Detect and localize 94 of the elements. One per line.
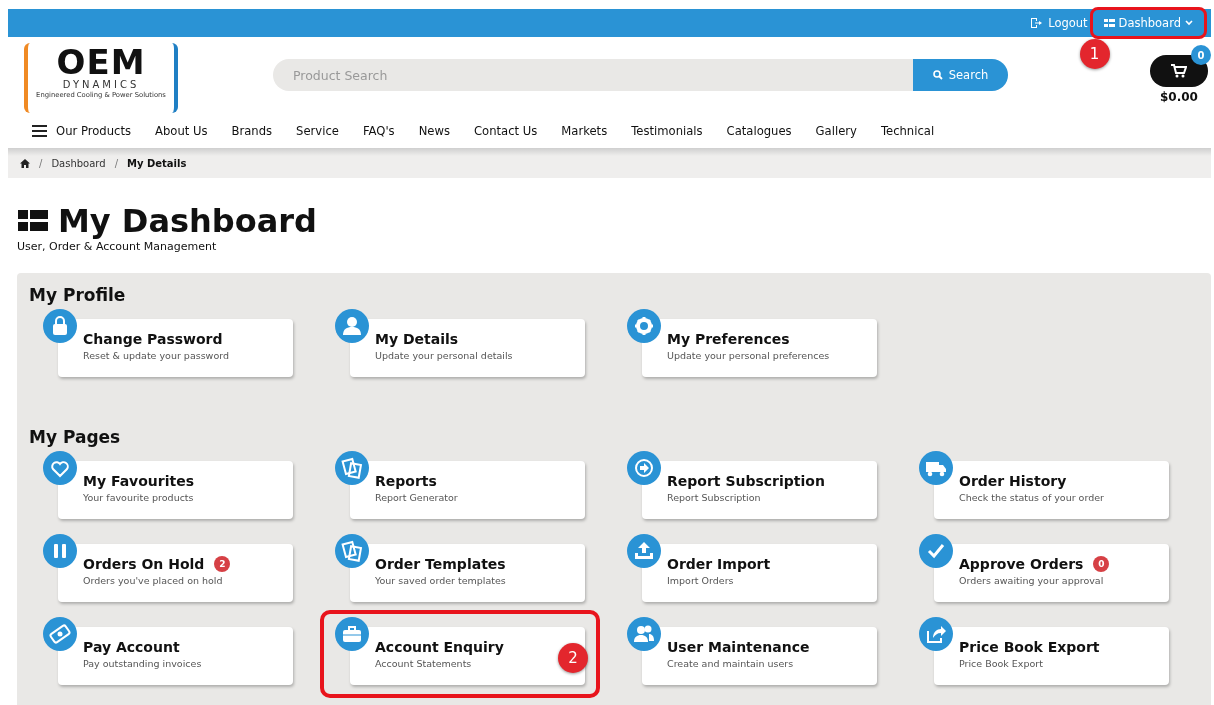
documents-icon <box>335 451 369 485</box>
tile-title: My Favourites <box>83 473 195 489</box>
tile-title: Order Templates <box>375 556 506 572</box>
section-title: My Profile <box>29 284 127 307</box>
home-icon <box>20 158 30 168</box>
tile-description: Orders you've placed on hold <box>83 575 224 586</box>
cart-icon <box>1171 64 1187 78</box>
tile-title: Pay Account <box>83 639 180 655</box>
pause-icon <box>43 534 77 568</box>
nav-link[interactable]: Contact Us <box>473 124 538 138</box>
tile-title: My Preferences <box>667 331 790 347</box>
cart-total: $0.00 <box>1160 90 1198 104</box>
tile-description: Update your personal details <box>375 350 514 361</box>
dashboard-tile[interactable]: Reports Report Generator <box>350 461 585 519</box>
logo-subtitle: DYNAMICS <box>62 79 140 91</box>
breadcrumb-separator: / <box>114 157 118 169</box>
check-icon <box>919 534 953 568</box>
tile-description: Account Statements <box>375 658 473 669</box>
dashboard-tile[interactable]: Order Import Import Orders <box>642 544 877 602</box>
nav-link[interactable]: Technical <box>880 124 935 138</box>
tile-title: Approve Orders <box>959 556 1084 572</box>
settings-icon <box>627 309 661 343</box>
dashboard-tile[interactable]: Orders On Hold 2 Orders you've placed on hold <box>58 544 293 602</box>
users-icon <box>627 617 661 651</box>
tile-title: Account Enquiry <box>375 639 504 655</box>
tile-title: Price Book Export <box>959 639 1100 655</box>
lock-icon <box>43 309 77 343</box>
nav-link[interactable]: Brands <box>231 124 273 138</box>
nav-link[interactable]: Catalogues <box>726 124 792 138</box>
tile-description: Your saved order templates <box>375 575 507 586</box>
tile-title: My Details <box>375 331 459 347</box>
logo-wordmark: OEM <box>56 45 146 79</box>
dashboard-tile[interactable]: My Details Update your personal details <box>350 319 585 377</box>
nav-link[interactable]: Our Products <box>32 124 131 138</box>
tile-description: Reset & update your password <box>83 350 230 361</box>
tile-description: Create and maintain users <box>667 658 795 669</box>
user-icon <box>335 309 369 343</box>
tile-description: Update your personal preferences <box>667 350 831 361</box>
tile-description: Pay outstanding invoices <box>83 658 203 669</box>
dashboard-tile[interactable]: My Preferences Update your personal preferences <box>642 319 877 377</box>
breadcrumb-separator: / <box>39 157 43 169</box>
nav-link[interactable]: About Us <box>155 124 208 138</box>
tile-description: Orders awaiting your approval <box>959 575 1105 586</box>
upload-icon <box>627 534 661 568</box>
dashboard-tile[interactable]: Approve Orders 0 Orders awaiting your approval <box>934 544 1169 602</box>
search-icon <box>932 70 943 80</box>
tile-description: Report Subscription <box>667 492 762 503</box>
tile-description: Report Generator <box>375 492 459 503</box>
nav-link[interactable]: Testimonials <box>631 124 703 138</box>
cart-count-badge: 0 <box>1191 45 1211 65</box>
share-icon <box>919 617 953 651</box>
caret-icon <box>1185 20 1193 26</box>
tile-title: Orders On Hold <box>83 556 205 572</box>
tile-title: Reports <box>375 473 437 489</box>
documents-icon <box>335 534 369 568</box>
tile-title: Order Import <box>667 556 771 572</box>
dashboard-icon <box>18 210 48 232</box>
nav-link[interactable]: Gallery <box>815 124 857 138</box>
tile-description: Price Book Export <box>959 658 1044 669</box>
tile-title: User Maintenance <box>667 639 810 655</box>
dashboard-tile[interactable]: Pay Account Pay outstanding invoices <box>58 627 293 685</box>
count-badge: 0 <box>1093 556 1110 572</box>
tile-description: Import Orders <box>667 575 735 586</box>
dashboard-tile[interactable]: My Favourites Your favourite products <box>58 461 293 519</box>
tile-description: Your favourite products <box>83 492 195 503</box>
menu-icon <box>32 125 47 137</box>
nav-link[interactable]: Service <box>296 124 339 138</box>
dashboard-tile[interactable]: Order History Check the status of your order <box>934 461 1169 519</box>
section-title: My Pages <box>29 426 122 449</box>
breadcrumb-link[interactable]: Dashboard <box>51 157 106 169</box>
dashboard-tile[interactable]: Change Password Reset & update your password <box>58 319 293 377</box>
search-field[interactable]: Product Search <box>273 59 913 91</box>
tile-description: Check the status of your order <box>959 492 1105 503</box>
grid-icon <box>1103 19 1115 27</box>
count-badge: 2 <box>214 556 231 572</box>
dashboard-tile[interactable]: User Maintenance Create and maintain users <box>642 627 877 685</box>
logout-icon <box>1030 17 1043 29</box>
tile-title: Order History <box>959 473 1067 489</box>
arrow-circle-icon <box>627 451 661 485</box>
nav-link[interactable]: Markets <box>561 124 608 138</box>
truck-icon <box>919 451 953 485</box>
dashboard-tile[interactable]: Report Subscription Report Subscription <box>642 461 877 519</box>
briefcase-icon <box>335 617 369 651</box>
page-subtitle: User, Order & Account Management <box>17 240 218 253</box>
banknote-icon <box>43 617 77 651</box>
dashboard-tile[interactable]: Order Templates Your saved order templates <box>350 544 585 602</box>
breadcrumb-link[interactable]: My Details <box>127 157 187 169</box>
step-marker: 1 <box>1079 39 1110 69</box>
dashboard-tile[interactable]: Price Book Export Price Book Export <box>934 627 1169 685</box>
page-title: My Dashboard <box>58 202 317 240</box>
tile-title: Change Password <box>83 331 223 347</box>
nav-link[interactable]: News <box>418 124 450 138</box>
nav-link[interactable]: FAQ's <box>362 124 395 138</box>
tile-title: Report Subscription <box>667 473 825 489</box>
